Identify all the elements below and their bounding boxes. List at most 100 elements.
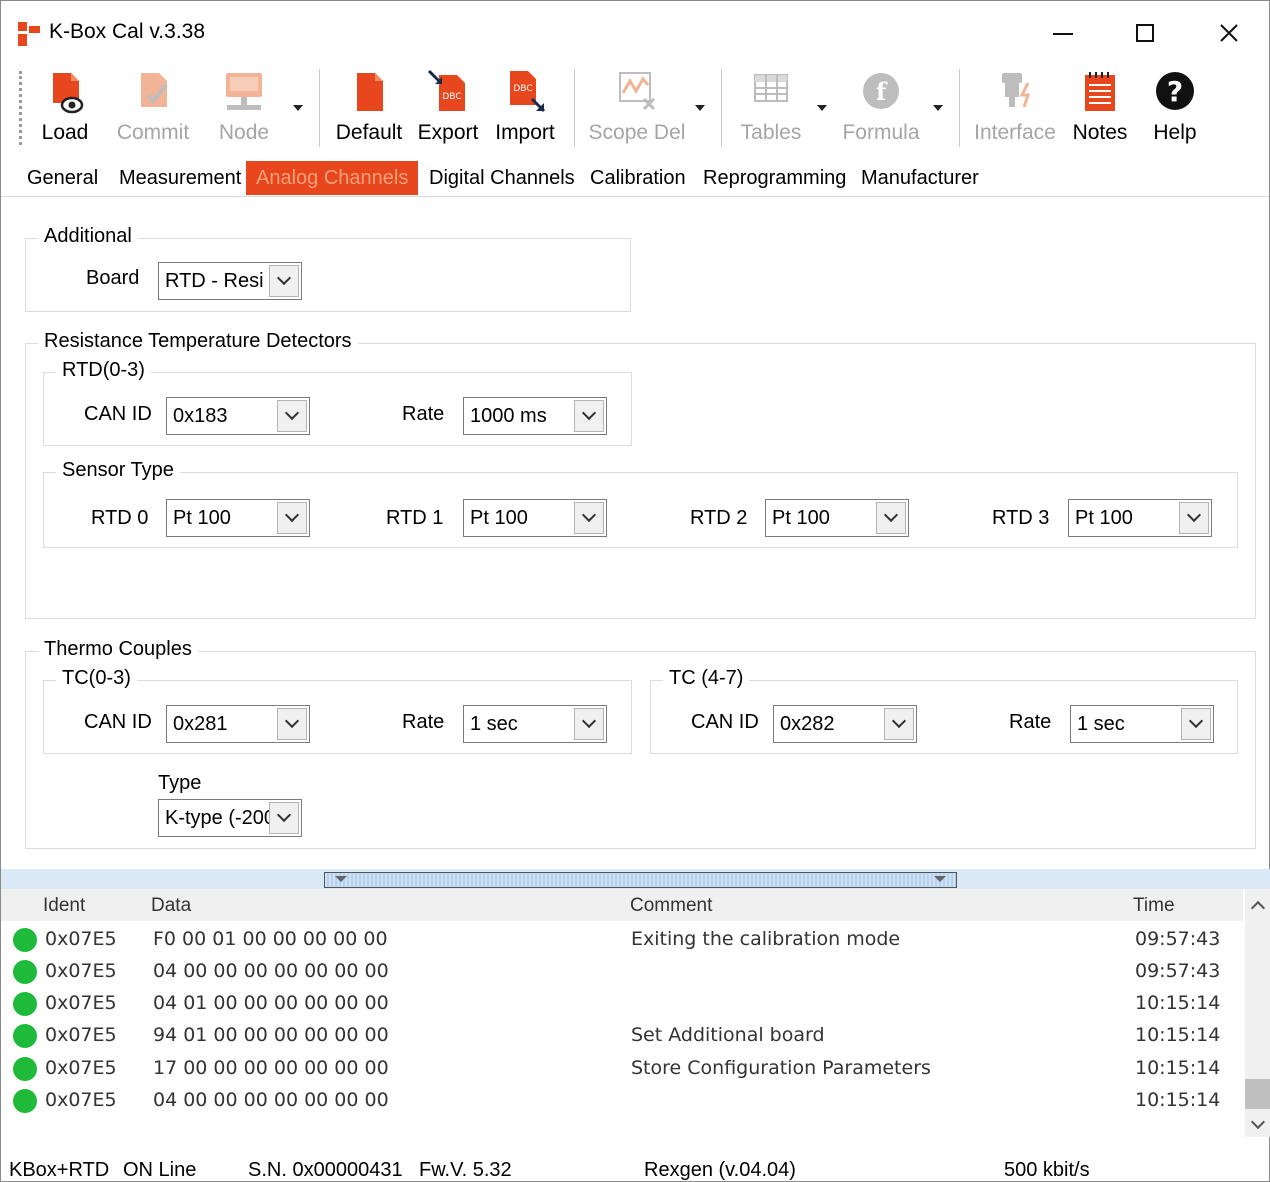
export-dbc-icon: DBC xyxy=(427,69,465,111)
panel-splitter[interactable] xyxy=(1,869,1270,889)
svg-text:DBC: DBC xyxy=(442,92,461,102)
default-button[interactable]: Default xyxy=(331,63,407,153)
tc47-rate-label: Rate xyxy=(1009,711,1052,733)
time-column-header[interactable]: Time xyxy=(1133,895,1175,917)
svg-text:DBC: DBC xyxy=(513,84,532,94)
rtd2-sensor-select[interactable]: Pt 100 xyxy=(765,499,909,537)
tables-dropdown-icon[interactable] xyxy=(817,105,827,111)
chevron-down-icon[interactable] xyxy=(269,802,299,834)
toolbar-separator xyxy=(721,69,722,147)
chevron-down-icon[interactable] xyxy=(277,502,307,534)
chevron-down-icon[interactable] xyxy=(574,708,604,740)
close-button[interactable] xyxy=(1207,13,1251,53)
tab-analog-channels[interactable]: Analog Channels xyxy=(246,161,419,195)
tables-button[interactable]: Tables xyxy=(733,63,809,153)
interface-button[interactable]: Interface xyxy=(969,63,1061,153)
collapse-left-icon xyxy=(335,876,347,882)
status-dot-icon xyxy=(13,1024,37,1048)
chevron-down-icon[interactable] xyxy=(269,265,299,297)
toolbar-separator xyxy=(574,69,575,147)
board-select[interactable]: RTD - Resi xyxy=(158,262,302,300)
formula-dropdown-icon[interactable] xyxy=(933,105,943,111)
tab-calibration[interactable]: Calibration xyxy=(580,161,696,195)
maximize-button[interactable] xyxy=(1123,13,1167,53)
chevron-down-icon[interactable] xyxy=(1181,708,1211,740)
window-title: K-Box Cal v.3.38 xyxy=(49,20,206,43)
log-row[interactable]: 0x07E5 F0 00 01 00 00 00 00 00 Exiting t… xyxy=(1,923,1243,955)
tab-manufacturer[interactable]: Manufacturer xyxy=(851,161,989,195)
formula-icon: f xyxy=(863,73,899,109)
board-label: Board xyxy=(86,267,140,289)
tc03-can-id-select[interactable]: 0x281 xyxy=(166,705,310,743)
chevron-down-icon[interactable] xyxy=(277,708,307,740)
formula-button[interactable]: f Formula xyxy=(837,63,925,153)
scroll-down-icon[interactable] xyxy=(1250,1114,1266,1130)
status-dot-icon xyxy=(13,992,37,1016)
log-row[interactable]: 0x07E5 17 00 00 00 00 00 00 00 Store Con… xyxy=(1,1052,1243,1084)
rtd-rate-label: Rate xyxy=(402,403,445,425)
ident-column-header[interactable]: Ident xyxy=(43,895,85,917)
status-dot-icon xyxy=(13,1057,37,1081)
help-icon: ? xyxy=(1156,72,1194,110)
chevron-down-icon[interactable] xyxy=(884,708,914,740)
log-row[interactable]: 0x07E5 04 00 00 00 00 00 00 00 10:15:14 xyxy=(1,1084,1243,1116)
comment-column-header[interactable]: Comment xyxy=(630,895,712,917)
tab-digital-channels[interactable]: Digital Channels xyxy=(419,161,585,195)
log-scrollbar[interactable] xyxy=(1245,889,1270,1137)
toolbar-separator xyxy=(959,69,960,147)
scope-del-button[interactable]: Scope Del xyxy=(585,63,689,153)
data-column-header[interactable]: Data xyxy=(151,895,191,917)
rtd3-sensor-select[interactable]: Pt 100 xyxy=(1068,499,1212,537)
interface-version: Rexgen (v.04.04) xyxy=(644,1159,796,1181)
chevron-down-icon[interactable] xyxy=(1179,502,1209,534)
status-dot-icon xyxy=(13,928,37,952)
node-button[interactable]: Node xyxy=(209,63,279,153)
tab-measurement[interactable]: Measurement xyxy=(109,161,251,195)
scope-dropdown-icon[interactable] xyxy=(695,105,705,111)
log-row[interactable]: 0x07E5 04 00 00 00 00 00 00 00 09:57:43 xyxy=(1,955,1243,987)
rtd-can-id-select[interactable]: 0x183 xyxy=(166,397,310,435)
rtd-can-id-label: CAN ID xyxy=(84,403,152,425)
log-row[interactable]: 0x07E5 94 01 00 00 00 00 00 00 Set Addit… xyxy=(1,1019,1243,1051)
svg-text:f: f xyxy=(876,77,888,106)
close-icon xyxy=(1220,24,1238,42)
tab-strip: General Measurement Analog Channels Digi… xyxy=(1,161,1269,197)
tab-general[interactable]: General xyxy=(17,161,108,195)
export-button[interactable]: DBC Export xyxy=(413,63,483,153)
scroll-up-icon[interactable] xyxy=(1250,900,1266,916)
log-row[interactable]: 0x07E5 04 01 00 00 00 00 00 00 10:15:14 xyxy=(1,987,1243,1019)
tc-type-select[interactable]: K-type (-200 xyxy=(158,799,302,837)
rtd0-label: RTD 0 xyxy=(91,507,149,529)
tc03-rate-label: Rate xyxy=(402,711,445,733)
scroll-thumb[interactable] xyxy=(1245,1079,1270,1109)
rtd0-sensor-select[interactable]: Pt 100 xyxy=(166,499,310,537)
maximize-icon xyxy=(1136,24,1154,42)
tc03-rate-select[interactable]: 1 sec xyxy=(463,705,607,743)
rtd-group: Resistance Temperature Detectors RTD(0-3… xyxy=(25,330,1256,619)
minimize-button[interactable] xyxy=(1041,13,1085,53)
toolbar-grip[interactable] xyxy=(19,71,22,145)
sensor-type-group: Sensor Type RTD 0 Pt 100 RTD 1 Pt 100 RT… xyxy=(43,459,1238,548)
chevron-down-icon[interactable] xyxy=(876,502,906,534)
chevron-down-icon[interactable] xyxy=(574,400,604,432)
serial-number: S.N. 0x00000431 xyxy=(248,1159,403,1181)
node-dropdown-icon[interactable] xyxy=(293,105,303,111)
log-header: Ident Data Comment Time xyxy=(1,889,1243,921)
collapse-right-icon xyxy=(934,876,946,882)
chevron-down-icon[interactable] xyxy=(277,400,307,432)
tab-reprogramming[interactable]: Reprogramming xyxy=(693,161,856,195)
title-bar: K-Box Cal v.3.38 xyxy=(1,1,1269,63)
notes-button[interactable]: Notes xyxy=(1067,63,1133,153)
chevron-down-icon[interactable] xyxy=(574,502,604,534)
splitter-handle[interactable] xyxy=(324,872,957,888)
import-button[interactable]: DBC Import xyxy=(487,63,563,153)
tc47-can-id-select[interactable]: 0x282 xyxy=(773,705,917,743)
help-button[interactable]: ? Help xyxy=(1143,63,1207,153)
rtd1-sensor-select[interactable]: Pt 100 xyxy=(463,499,607,537)
load-button[interactable]: Load xyxy=(33,63,97,153)
tc47-rate-select[interactable]: 1 sec xyxy=(1070,705,1214,743)
rtd-rate-select[interactable]: 1000 ms xyxy=(463,397,607,435)
tables-icon xyxy=(754,74,788,102)
commit-button[interactable]: Commit xyxy=(109,63,197,153)
thermocouples-group: Thermo Couples TC(0-3) CAN ID 0x281 Rate… xyxy=(25,638,1256,849)
